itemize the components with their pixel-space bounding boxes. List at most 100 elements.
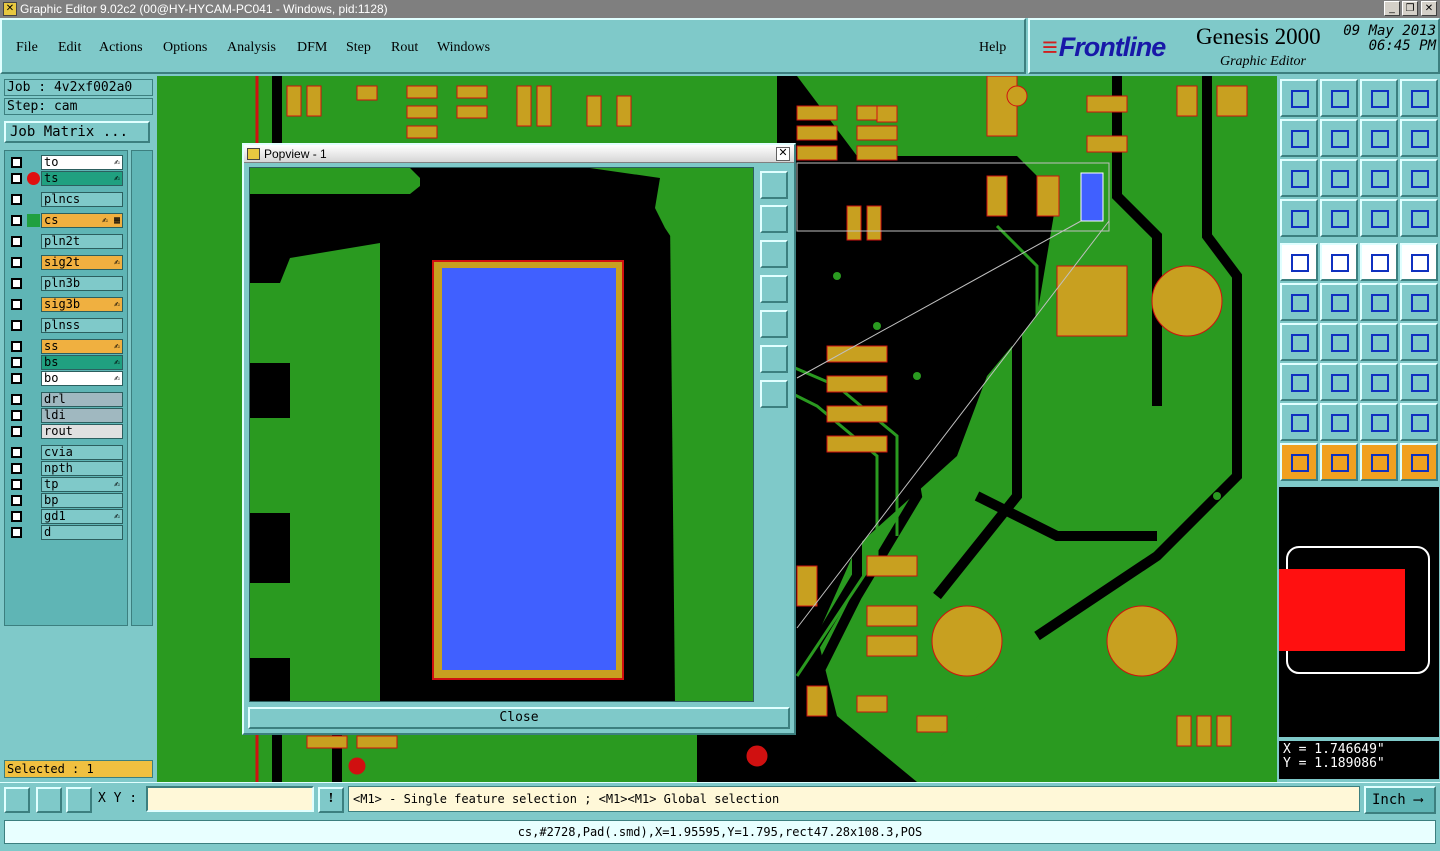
grid-icon[interactable] <box>66 787 92 813</box>
layer-row-ldi[interactable]: ldi <box>7 408 125 423</box>
popview-pan-up-icon[interactable] <box>760 205 788 233</box>
grid-view-icon[interactable] <box>1320 199 1358 237</box>
popview-close-icon[interactable]: ✕ <box>776 147 790 161</box>
layer-name[interactable]: ldi <box>41 408 123 423</box>
layer-name[interactable]: gd1 ✍ <box>41 509 123 524</box>
popview-canvas[interactable] <box>249 167 754 702</box>
triangle-edit-icon[interactable] <box>1400 403 1438 441</box>
layer-name[interactable]: to ✍ <box>41 155 123 170</box>
popview-pan-left-icon[interactable] <box>760 275 788 303</box>
rotate-point-icon[interactable] <box>1400 283 1438 321</box>
layer-row-sig2t[interactable]: sig2t ✍ <box>7 255 125 270</box>
layer-name[interactable]: drl <box>41 392 123 407</box>
layer-name[interactable]: sig2t ✍ <box>41 255 123 270</box>
menu-dfm[interactable]: DFM <box>297 40 327 56</box>
layer-checkbox[interactable] <box>11 447 22 458</box>
layer-row-ts[interactable]: ts ✍ <box>7 171 125 186</box>
layer-name[interactable]: tp ✍ <box>41 477 123 492</box>
connect-icon[interactable] <box>1280 283 1318 321</box>
pointer-icon[interactable] <box>1280 443 1318 481</box>
menu-windows[interactable]: Windows <box>437 40 490 56</box>
move-right-icon[interactable] <box>1320 119 1358 157</box>
menu-help[interactable]: Help <box>979 40 1006 56</box>
minimize-button[interactable]: _ <box>1384 1 1400 16</box>
layer-row-npth[interactable]: npth <box>7 461 125 476</box>
layer-name[interactable]: bp <box>41 493 123 508</box>
menu-analysis[interactable]: Analysis <box>227 40 276 56</box>
triangle-icon[interactable] <box>1280 403 1318 441</box>
save-icon[interactable] <box>1320 79 1358 117</box>
split-icon[interactable] <box>1320 363 1358 401</box>
layer-name[interactable]: ts ✍ <box>41 171 123 186</box>
home-icon[interactable] <box>1360 79 1398 117</box>
layer-checkbox[interactable] <box>11 410 22 421</box>
layer-row-plncs[interactable]: plncs <box>7 192 125 207</box>
add-line-icon[interactable] <box>1320 243 1358 281</box>
angle-icon[interactable] <box>1280 323 1318 361</box>
multi-layer-icon[interactable] <box>1400 199 1438 237</box>
menu-step[interactable]: Step <box>346 40 371 56</box>
snap-point-icon[interactable] <box>1400 243 1438 281</box>
layer-row-drl[interactable]: drl <box>7 392 125 407</box>
select-box-icon[interactable] <box>1320 443 1358 481</box>
layer-row-pln3b[interactable]: pln3b <box>7 276 125 291</box>
popview-titlebar[interactable]: Popview - 1 ✕ <box>244 145 794 163</box>
layer-row-sig3b[interactable]: sig3b ✍ <box>7 297 125 312</box>
layer-row-plnss[interactable]: plnss <box>7 318 125 333</box>
layer-name[interactable]: rout <box>41 424 123 439</box>
arc-icon[interactable] <box>1360 323 1398 361</box>
layer-name[interactable]: cs ✍ ▦ <box>41 213 123 228</box>
cross-icon[interactable] <box>1320 283 1358 321</box>
undo-icon[interactable] <box>1360 119 1398 157</box>
layer-row-cs[interactable]: cs ✍ ▦ <box>7 213 125 228</box>
layer-checkbox[interactable] <box>11 511 22 522</box>
measure-icon[interactable] <box>36 787 62 813</box>
popview-pan-right-icon[interactable] <box>760 310 788 338</box>
layer-row-bs[interactable]: bs ✍ <box>7 355 125 370</box>
layer-name[interactable]: ss ✍ <box>41 339 123 354</box>
layer-checkbox[interactable] <box>11 278 22 289</box>
layer-checkbox[interactable] <box>11 527 22 538</box>
layer-checkbox[interactable] <box>11 215 22 226</box>
line-draw-icon[interactable] <box>1320 323 1358 361</box>
layer-row-bo[interactable]: bo ✍ <box>7 371 125 386</box>
layer-row-bp[interactable]: bp <box>7 493 125 508</box>
ruler-icon[interactable] <box>1360 243 1398 281</box>
help-icon[interactable] <box>1400 159 1438 197</box>
select-point-icon[interactable] <box>1360 443 1398 481</box>
layer-name[interactable]: bs ✍ <box>41 355 123 370</box>
layer-name[interactable]: plnss <box>41 318 123 333</box>
popview-fit-icon[interactable] <box>760 345 788 373</box>
alert-icon[interactable]: ! <box>318 787 344 813</box>
triangle-sel-icon[interactable] <box>1360 403 1398 441</box>
layer-row-gd1[interactable]: gd1 ✍ <box>7 509 125 524</box>
layer-checkbox[interactable] <box>11 320 22 331</box>
layer-name[interactable]: bo ✍ <box>41 371 123 386</box>
scale-icon[interactable] <box>1360 159 1398 197</box>
layer-checkbox[interactable] <box>11 394 22 405</box>
layer-checkbox[interactable] <box>11 257 22 268</box>
menu-rout[interactable]: Rout <box>391 40 418 56</box>
popview-pan-down-icon[interactable] <box>760 240 788 268</box>
layer-name[interactable]: cvia <box>41 445 123 460</box>
layer-name[interactable]: plncs <box>41 192 123 207</box>
layer-row-pln2t[interactable]: pln2t <box>7 234 125 249</box>
copy-point-icon[interactable] <box>1280 363 1318 401</box>
unit-selector[interactable]: Inch ⟶ <box>1364 786 1436 814</box>
layer-row-cvia[interactable]: cvia <box>7 445 125 460</box>
move-point-icon[interactable] <box>1360 283 1398 321</box>
layer-checkbox[interactable] <box>11 463 22 474</box>
route-icon[interactable] <box>1400 443 1438 481</box>
layout-icon[interactable] <box>1400 79 1438 117</box>
layer-checkbox[interactable] <box>11 357 22 368</box>
add-pad-icon[interactable] <box>1280 243 1318 281</box>
menu-options[interactable]: Options <box>163 40 207 56</box>
layer-row-ss[interactable]: ss ✍ <box>7 339 125 354</box>
select-layers-icon[interactable] <box>1360 199 1398 237</box>
snap-icon[interactable] <box>4 787 30 813</box>
menu-edit[interactable]: Edit <box>58 40 81 56</box>
layer-checkbox[interactable] <box>11 426 22 437</box>
layer-checkbox[interactable] <box>11 236 22 247</box>
layer-row-rout[interactable]: rout <box>7 424 125 439</box>
layer-checkbox[interactable] <box>11 341 22 352</box>
